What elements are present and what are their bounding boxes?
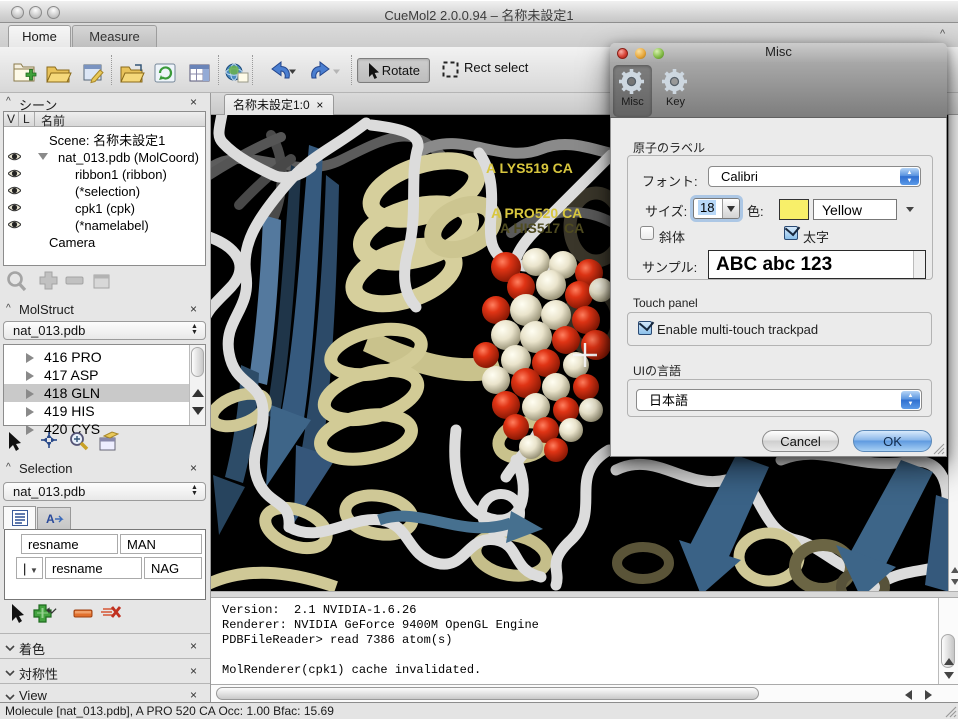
svg-text:A PRO520 CA: A PRO520 CA — [491, 205, 582, 221]
svg-text:A: A — [46, 512, 55, 526]
svg-text:A LYS519 CA: A LYS519 CA — [486, 160, 573, 176]
svg-text:A HIS517 CA: A HIS517 CA — [500, 220, 584, 236]
